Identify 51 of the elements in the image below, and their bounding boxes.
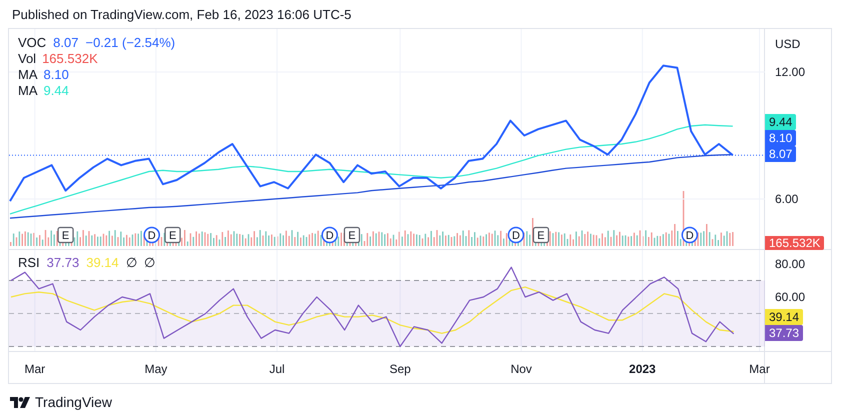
published-caption: Published on TradingView.com, Feb 16, 2023 16:06 UTC-5 [12,7,352,22]
axis-label: 2023 [629,361,656,378]
indicator-label: MA [18,83,38,99]
indicator-label: Vol [18,51,36,67]
dividend-marker[interactable]: D [508,226,524,244]
axis-label: 80.00 [775,257,806,272]
dividend-marker[interactable]: D [144,226,160,244]
annotation: E [348,230,356,242]
annotation: D [686,230,694,242]
annotation: E [62,230,70,242]
tradingview-logo-icon [10,397,30,408]
price-badge: 8.07 [765,146,796,162]
axis-label: Mar [24,361,46,378]
indicator-label: RSI [18,255,40,271]
indicator-value: 165.532K [42,51,98,67]
indicator-value: 8.10 [44,67,69,83]
axis-label: 6.00 [775,192,798,206]
dividend-marker[interactable]: D [681,226,698,244]
price-value: 8.07 [53,35,78,51]
indicator-value: 9.44 [44,83,69,99]
earnings-marker[interactable]: E [344,226,360,244]
price-change: −0.21 (−2.54%) [85,35,176,51]
price-badge: 9.44 [765,114,796,130]
price-badge: 8.10 [765,130,796,146]
axis-label: 60.00 [775,290,806,304]
axis-label: Nov [510,361,532,378]
indicator-value: 39.14 [86,255,119,271]
annotation: E [537,230,545,242]
annotation: D [512,230,520,242]
price-badge: 37.73 [765,325,804,341]
earnings-marker[interactable]: E [164,226,181,244]
currency-label: USD [775,36,800,53]
brand-name[interactable]: TradingView [35,392,112,413]
volume-badge: 165.532K [765,236,824,250]
price-badge: 39.14 [765,309,804,325]
empty-value: ∅ [144,255,155,271]
axis-label: Sep [389,361,411,378]
axis-label: May [144,361,168,378]
empty-value: ∅ [126,255,137,271]
earnings-marker[interactable]: E [532,226,550,244]
indicator-value: 37.73 [46,255,80,271]
indicator-label: MA [18,67,38,83]
earnings-marker[interactable]: E [58,226,74,244]
axis-label: Mar [749,361,770,378]
symbol-label: VOC [18,35,46,51]
annotation: D [148,230,156,242]
dividend-marker[interactable]: D [321,226,338,244]
axis-label: Jul [269,361,285,378]
axis-label: 12.00 [775,64,806,79]
annotation: D [326,230,334,242]
annotation: E [168,230,176,242]
